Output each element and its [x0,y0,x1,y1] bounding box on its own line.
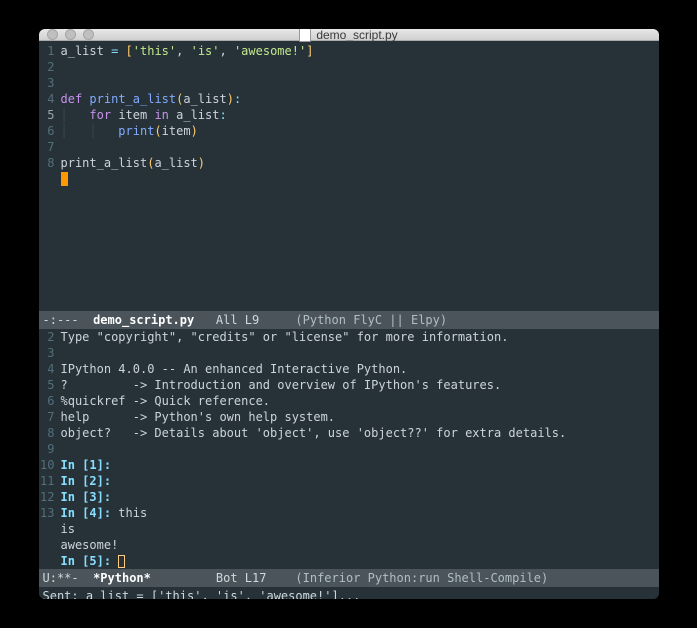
repl-line: awesome! [61,537,659,553]
line-number [39,521,61,537]
panes: 1 a_list = ['this', 'is', 'awesome!'] 2 … [39,41,659,599]
code-line[interactable]: print_a_list(a_list) [61,155,659,171]
repl-pane[interactable]: 2Type "copyright", "credits" or "license… [39,329,659,587]
repl-line: IPython 4.0.0 -- An enhanced Interactive… [61,361,659,377]
code-line[interactable] [61,75,659,91]
line-number: 2 [39,59,61,75]
line-number: 3 [39,345,61,361]
zoom-icon[interactable] [83,29,94,40]
title-text: demo_script.py [316,29,397,42]
file-icon [299,29,311,42]
line-number: 12 [39,489,61,505]
code-line[interactable] [61,171,659,187]
repl-line[interactable]: In [2]: [61,473,659,489]
code-line[interactable]: a_list = ['this', 'is', 'awesome!'] [61,43,659,59]
repl-line[interactable]: In [3]: [61,489,659,505]
repl-line: Type "copyright", "credits" or "license"… [61,329,659,345]
repl-line: object? -> Details about 'object', use '… [61,425,659,441]
repl-line[interactable]: In [1]: [61,457,659,473]
line-number: 4 [39,91,61,107]
line-number: 5 [39,107,61,123]
close-icon[interactable] [47,29,58,40]
line-number: 5 [39,377,61,393]
line-number: 4 [39,361,61,377]
line-number: 3 [39,75,61,91]
line-number: 11 [39,473,61,489]
line-number: 8 [39,425,61,441]
repl-line: help -> Python's own help system. [61,409,659,425]
line-number: 6 [39,123,61,139]
repl-line [61,441,659,457]
repl-line: is [61,521,659,537]
code-line[interactable]: │ │ print(item) [61,123,659,139]
editor-window: demo_script.py 1 a_list = ['this', 'is',… [39,29,659,599]
code-line[interactable] [61,139,659,155]
line-number [39,537,61,553]
traffic-lights [47,29,94,40]
line-number [39,171,61,187]
minibuffer[interactable]: Sent: a_list = ['this', 'is', 'awesome!'… [39,587,659,599]
line-number: 9 [39,441,61,457]
titlebar: demo_script.py [39,29,659,41]
line-number: 7 [39,139,61,155]
code-line[interactable]: │ for item in a_list: [61,107,659,123]
line-number: 8 [39,155,61,171]
minimize-icon[interactable] [65,29,76,40]
repl-line: ? -> Introduction and overview of IPytho… [61,377,659,393]
modeline-editor: -:--- demo_script.py All L9 (Python FlyC… [39,311,659,329]
line-number [39,553,61,569]
repl-line: %quickref -> Quick reference. [61,393,659,409]
window-title: demo_script.py [39,29,659,42]
code-line[interactable] [61,59,659,75]
repl-line[interactable]: In [4]: this [61,505,659,521]
modeline-repl: U:**- *Python* Bot L17 (Inferior Python:… [39,569,659,587]
line-number: 13 [39,505,61,521]
cursor-icon [61,172,68,186]
line-number: 6 [39,393,61,409]
repl-line [61,345,659,361]
cursor-icon [118,555,125,568]
code-line[interactable]: def print_a_list(a_list): [61,91,659,107]
line-number: 10 [39,457,61,473]
line-number: 7 [39,409,61,425]
editor-pane[interactable]: 1 a_list = ['this', 'is', 'awesome!'] 2 … [39,41,659,329]
line-number: 1 [39,43,61,59]
repl-line[interactable]: In [5]: [61,553,659,569]
line-number: 2 [39,329,61,345]
